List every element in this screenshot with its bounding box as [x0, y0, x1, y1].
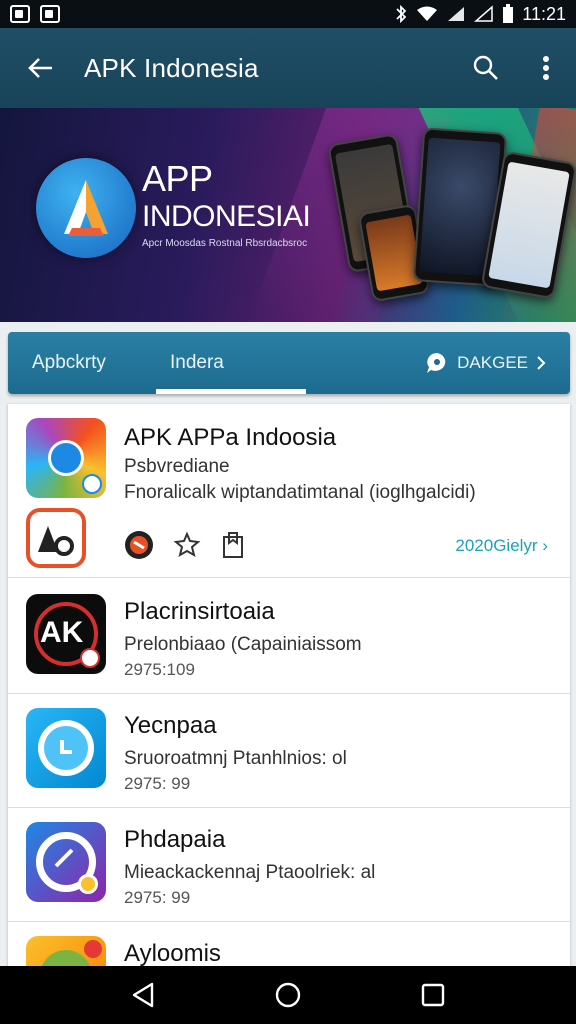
- app-badge-icon[interactable]: [124, 530, 154, 560]
- chevron-right-icon: [537, 356, 546, 370]
- app-title: Ayloomis: [124, 940, 221, 967]
- circle-home-icon: [275, 982, 301, 1008]
- tab-action-button[interactable]: DAKGEE: [425, 332, 546, 394]
- active-tab-indicator: [156, 389, 306, 394]
- app-meta: 2975: 99: [124, 888, 191, 907]
- triangle-back-icon: [132, 982, 153, 1008]
- puzzle-icon[interactable]: [172, 530, 202, 560]
- secondary-app-icon[interactable]: [26, 508, 86, 568]
- signal-icon: [448, 7, 465, 21]
- app-title: Yecnpaa: [124, 712, 217, 739]
- featured-app-icon: [26, 418, 106, 498]
- promo-banner[interactable]: APP INDONESIAI Apcr Moosdas Rostnal Rbsr…: [0, 108, 576, 322]
- square-recents-icon: [422, 983, 445, 1007]
- clock-app-icon: [26, 708, 106, 788]
- app-subtitle: Prelonbiaao (Capainiaissom: [124, 634, 362, 655]
- overflow-menu-button[interactable]: [516, 28, 576, 108]
- page-title: APK Indonesia: [84, 52, 259, 83]
- status-bar: 11:21: [0, 0, 576, 28]
- nav-home-button[interactable]: [258, 966, 318, 1024]
- gauge-app-icon: [26, 822, 106, 902]
- app-title: Placrinsirtoaia: [124, 598, 275, 625]
- screen: 11:21 APK Indonesia APP INDONESIAI Apcr …: [0, 0, 576, 1024]
- app-subtitle: Mieackackennaj Ptaoolriek: al: [124, 862, 376, 883]
- more-vert-icon: [543, 56, 549, 80]
- nav-back-button[interactable]: [113, 966, 173, 1024]
- list-item[interactable]: Yecnpaa Sruoroatmnj Ptanhlnios: ol 2975:…: [8, 694, 570, 808]
- featured-app-subtitle: Psbvrediane: [124, 456, 230, 477]
- list-item[interactable]: AK Placrinsirtoaia Prelonbiaao (Capainia…: [8, 580, 570, 694]
- gallery-notification-icon: [40, 5, 60, 23]
- battery-icon: [503, 4, 514, 23]
- nav-recents-button[interactable]: [403, 966, 463, 1024]
- search-button[interactable]: [456, 28, 516, 108]
- tab-bar: Apbckrty Indera DAKGEE: [8, 332, 570, 394]
- featured-more-link[interactable]: 2020Gielyr ›: [455, 536, 548, 556]
- tab-indera[interactable]: Indera: [170, 332, 224, 394]
- featured-more-label: 2020Gielyr: [455, 536, 538, 555]
- featured-app-item[interactable]: APK APPa Indoosia Psbvrediane Fnoralical…: [8, 404, 570, 578]
- signal-alt-icon: [474, 5, 494, 22]
- triangle-logo-icon: [64, 180, 108, 236]
- app-meta: 2975: 99: [124, 774, 191, 793]
- chevron-right-icon: ›: [542, 536, 548, 555]
- list-item[interactable]: Phdapaia Mieackackennaj Ptaoolriek: al 2…: [8, 808, 570, 922]
- wifi-icon: [417, 6, 438, 21]
- search-icon: [473, 55, 498, 80]
- bluetooth-icon: [396, 5, 407, 23]
- banner-title-secondary: INDONESIAI: [142, 200, 311, 233]
- notification-icons: [10, 5, 60, 23]
- banner-subtitle: Apcr Moosdas Rostnal Rbsrdacbsroc: [142, 238, 308, 249]
- acl-logo-icon: [38, 526, 74, 556]
- app-bar: APK Indonesia: [0, 28, 576, 108]
- back-button[interactable]: [0, 28, 80, 108]
- app-meta: 2975:109: [124, 660, 195, 679]
- tab-action-label: DAKGEE: [457, 353, 528, 372]
- clock: 11:21: [522, 3, 566, 24]
- image-notification-icon: [10, 5, 30, 23]
- tab-apbckrty[interactable]: Apbckrty: [32, 332, 106, 394]
- ak-app-icon: AK: [26, 594, 106, 674]
- bookmark-icon[interactable]: [218, 530, 248, 560]
- system-nav-bar: [0, 966, 576, 1024]
- status-indicators: 11:21: [394, 4, 566, 25]
- app-title: Phdapaia: [124, 826, 226, 853]
- arrow-back-icon: [28, 58, 52, 78]
- app-list: APK APPa Indoosia Psbvrediane Fnoralical…: [8, 404, 570, 1024]
- app-indonesia-logo: [36, 158, 136, 258]
- app-subtitle: Sruoroatmnj Ptanhlnios: ol: [124, 748, 347, 769]
- featured-app-title: APK APPa Indoosia: [124, 424, 337, 451]
- chat-bubble-icon: [427, 353, 446, 373]
- featured-app-description: Fnoralicalk wiptandatimtanal (ioglhgalci…: [124, 482, 476, 503]
- banner-title: APP: [142, 158, 213, 199]
